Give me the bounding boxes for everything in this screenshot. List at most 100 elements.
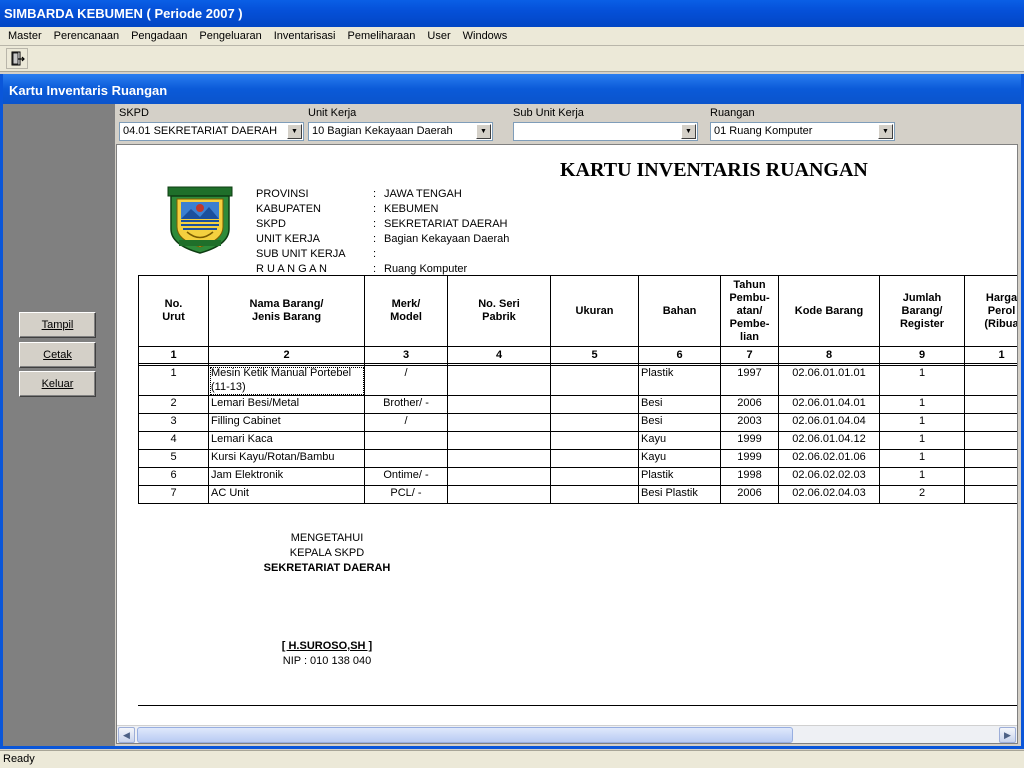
table-cell: 1 [879, 467, 965, 486]
skpd-label: SKPD [119, 107, 149, 119]
table-cell [550, 467, 639, 486]
table-cell: 2006 [720, 485, 779, 504]
skpd-value: 04.01 SEKRETARIAT DAERAH [123, 125, 278, 137]
table-cell [550, 365, 639, 396]
chevron-down-icon[interactable]: ▼ [681, 124, 696, 139]
column-number: 8 [778, 346, 880, 364]
app-title: SIMBARDA KEBUMEN ( Periode 2007 ) [4, 6, 243, 21]
table-cell [447, 467, 551, 486]
column-header: No. Seri Pabrik [447, 275, 551, 347]
menu-bar: Master Perencanaan Pengadaan Pengeluaran Inv… [0, 27, 1024, 46]
scroll-left-icon[interactable]: ◀ [118, 727, 135, 743]
table-cell: / [364, 365, 448, 396]
table-cell [447, 485, 551, 504]
skpd-select[interactable]: 04.01 SEKRETARIAT DAERAH ▼ [119, 122, 304, 141]
column-header: No. Urut [138, 275, 209, 347]
table-cell: Besi Plastik [638, 485, 721, 504]
table-cell: AC Unit [208, 485, 365, 504]
table-cell: 1997 [720, 365, 779, 396]
column-number: 4 [447, 346, 551, 364]
status-text: Ready [3, 753, 35, 765]
door-exit-icon[interactable] [6, 48, 28, 69]
window-title: Kartu Inventaris Ruangan [9, 83, 168, 98]
column-header: Kode Barang [778, 275, 880, 347]
sub-unit-kerja-select[interactable]: ▼ [513, 122, 698, 141]
table-cell: Lemari Kaca [208, 431, 365, 450]
inventory-table: No. Urut Nama Barang/Jenis Barang Merk/Mode… [138, 275, 1017, 504]
unit-kerja-select[interactable]: 10 Bagian Kekayaan Daerah ▼ [308, 122, 493, 141]
table-cell: Besi [638, 413, 721, 432]
info-colon: : [373, 248, 377, 260]
info-label: SUB UNIT KERJA [256, 248, 346, 260]
horizontal-scrollbar[interactable]: ◀ ▶ [117, 725, 1017, 743]
table-cell [964, 395, 1017, 414]
table-cell: 1 [879, 449, 965, 468]
cetak-button[interactable]: Cetak [19, 342, 96, 368]
table-cell [447, 413, 551, 432]
tampil-button[interactable]: Tampil [19, 312, 96, 338]
table-cell: Kayu [638, 449, 721, 468]
column-header: Ukuran [550, 275, 639, 347]
chevron-down-icon[interactable]: ▼ [287, 124, 302, 139]
status-bar: Ready [0, 750, 1024, 768]
mdi-child-window: Kartu Inventaris Ruangan Tampil Cetak Ke… [0, 74, 1024, 749]
info-colon: : [373, 188, 377, 200]
menu-item-pengeluaran[interactable]: Pengeluaran [193, 27, 267, 46]
table-cell [964, 485, 1017, 504]
table-cell [550, 449, 639, 468]
menu-item-perencanaan[interactable]: Perencanaan [48, 27, 125, 46]
keluar-button[interactable]: Keluar [19, 371, 96, 397]
table-cell: 6 [138, 467, 209, 486]
app-title-bar: SIMBARDA KEBUMEN ( Periode 2007 ) [0, 0, 1024, 27]
menu-item-inventarisasi[interactable]: Inventarisasi [268, 27, 342, 46]
column-header: Bahan [638, 275, 721, 347]
table-cell: 7 [138, 485, 209, 504]
table-cell [550, 395, 639, 414]
table-cell: Ontime/ - [364, 467, 448, 486]
scrollbar-thumb[interactable] [137, 727, 793, 743]
signature-line-1: MENGETAHUI [290, 532, 364, 544]
report-title: KARTU INVENTARIS RUANGAN [560, 159, 868, 181]
column-number: 3 [364, 346, 448, 364]
unit-kerja-value: 10 Bagian Kekayaan Daerah [312, 125, 453, 137]
table-cell: PCL/ - [364, 485, 448, 504]
signature-nip: NIP : 010 138 040 [282, 655, 372, 667]
table-cell [447, 431, 551, 450]
table-cell: Mesin Ketik Manual Portebel (11-13) [208, 365, 365, 396]
table-cell [447, 395, 551, 414]
table-header-row: No. Urut Nama Barang/Jenis Barang Merk/Mode… [138, 275, 1017, 347]
column-header: Tahun Pembu-atan/Pembe-lian [720, 275, 779, 347]
left-button-panel: Tampil Cetak Keluar [3, 104, 115, 746]
info-colon: : [373, 233, 377, 245]
chevron-down-icon[interactable]: ▼ [476, 124, 491, 139]
report-preview[interactable]: KARTU INVENTARIS RUANGAN PROVINSI: JAWA T… [116, 144, 1018, 744]
info-label: R U A N G A N [256, 263, 327, 275]
info-label: PROVINSI [256, 188, 309, 200]
table-cell: Brother/ - [364, 395, 448, 414]
menu-item-user[interactable]: User [421, 27, 456, 46]
table-row: 5 Kursi Kayu/Rotan/Bambu Kayu 1999 02.06.02.… [138, 449, 1017, 468]
table-cell [964, 365, 1017, 396]
table-cell [364, 431, 448, 450]
table-cell: 3 [138, 413, 209, 432]
door-exit-icon-graphic [11, 51, 25, 65]
table-cell: 1 [879, 395, 965, 414]
menu-item-pemeliharaan[interactable]: Pemeliharaan [342, 27, 422, 46]
ruangan-select[interactable]: 01 Ruang Komputer ▼ [710, 122, 895, 141]
table-cell [447, 449, 551, 468]
info-colon: : [373, 263, 377, 275]
column-number: 5 [550, 346, 639, 364]
scroll-right-icon[interactable]: ▶ [999, 727, 1016, 743]
table-cell: 02.06.01.04.12 [778, 431, 880, 450]
table-row: 6 Jam Elektronik Ontime/ - Plastik 1998 02.06… [138, 467, 1017, 486]
table-cell: Kursi Kayu/Rotan/Bambu [208, 449, 365, 468]
table-cell: 02.06.01.04.04 [778, 413, 880, 432]
ruangan-value: 01 Ruang Komputer [714, 125, 813, 137]
info-value: Bagian Kekayaan Daerah [384, 233, 510, 245]
menu-item-windows[interactable]: Windows [457, 27, 514, 46]
table-cell: Kayu [638, 431, 721, 450]
menu-item-master[interactable]: Master [2, 27, 48, 46]
menu-item-pengadaan[interactable]: Pengadaan [125, 27, 193, 46]
table-cell: 1 [138, 365, 209, 396]
chevron-down-icon[interactable]: ▼ [878, 124, 893, 139]
